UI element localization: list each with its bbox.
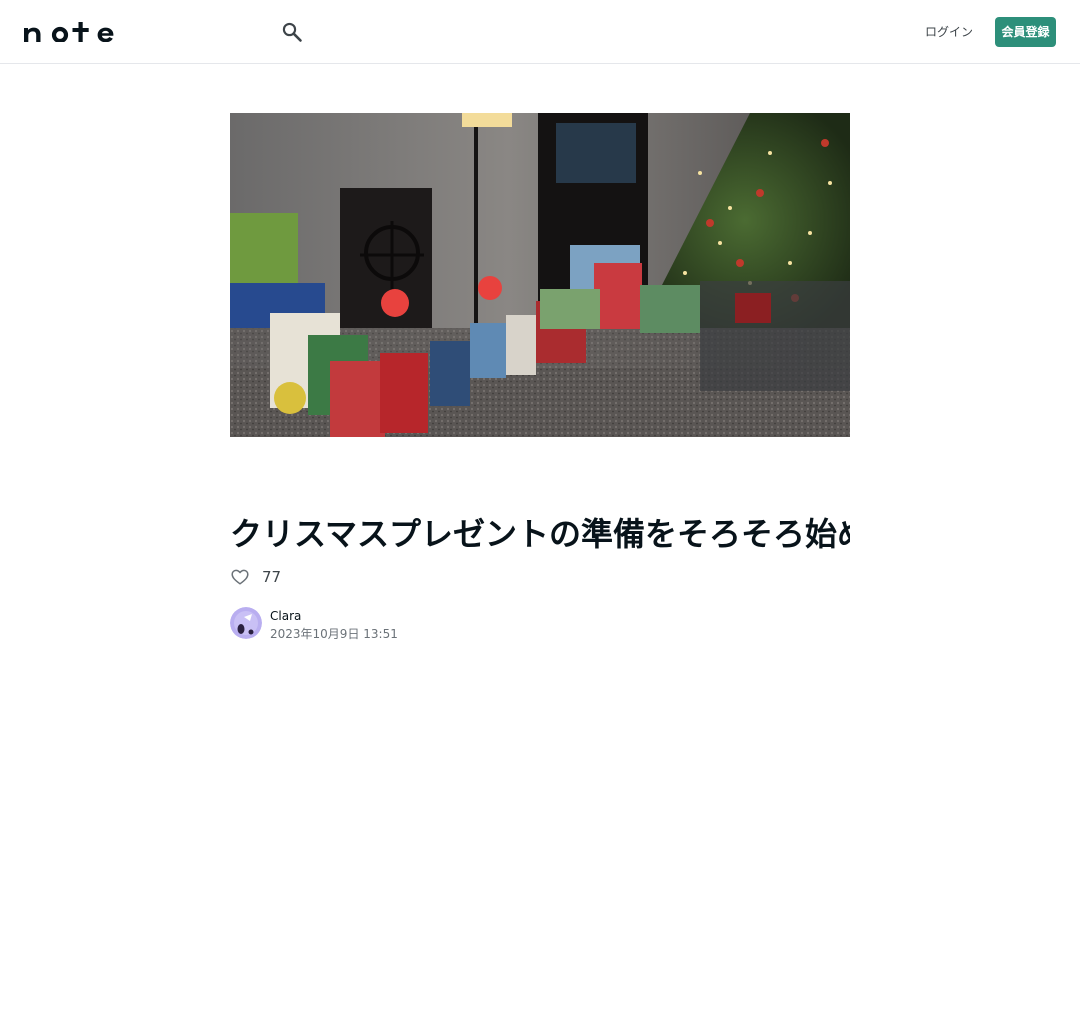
article-hero-image [230, 113, 850, 437]
like-count[interactable]: 77 [262, 566, 281, 588]
avatar[interactable] [230, 607, 262, 639]
signup-button[interactable]: 会員登録 [995, 17, 1056, 47]
author-name[interactable]: Clara [270, 607, 301, 625]
login-link[interactable]: ログイン [924, 21, 974, 43]
search-icon[interactable] [280, 20, 304, 44]
heart-outline-icon[interactable] [230, 567, 250, 587]
note-logo[interactable] [24, 22, 122, 42]
post-date: 2023年10月9日 13:51 [270, 627, 398, 641]
site-header: ログイン 会員登録 [0, 0, 1080, 64]
article-title: クリスマスプレゼントの準備をそろそろ始めていますか？ [230, 515, 850, 553]
